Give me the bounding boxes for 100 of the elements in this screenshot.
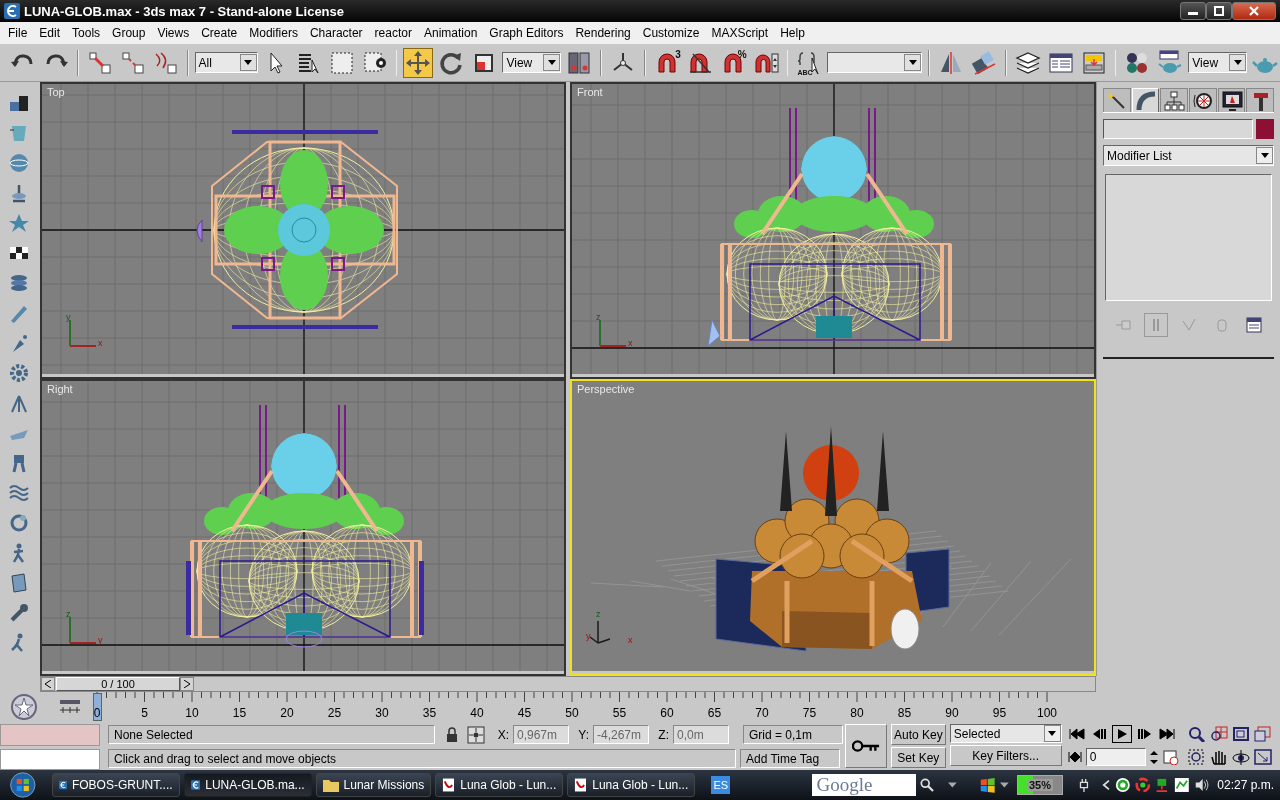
next-frame-button[interactable] — [180, 677, 194, 691]
time-slider-thumb[interactable]: 0 / 100 — [56, 677, 180, 691]
time-configuration-icon[interactable] — [1161, 749, 1180, 765]
zoom-icon[interactable] — [1187, 726, 1206, 742]
menu-item[interactable]: Animation — [417, 22, 484, 44]
set-key-button[interactable]: Set Key — [891, 747, 946, 768]
key-filters-button[interactable]: Key Filters... — [949, 745, 1062, 766]
speaker-icon[interactable] — [1193, 776, 1210, 794]
axis-label: Z: — [657, 727, 669, 742]
caret-icon[interactable] — [948, 782, 958, 788]
wand-cursor-icon[interactable] — [1103, 88, 1131, 112]
menu-item[interactable]: Character — [303, 22, 369, 44]
menu-item[interactable]: Rendering — [569, 22, 637, 44]
four-way-arrow-icon[interactable] — [403, 47, 434, 78]
taskbar-button[interactable]: FOBOS-GRUNT.... — [51, 773, 180, 797]
menu-item[interactable]: MAXScript — [705, 22, 775, 44]
dropdown[interactable]: All — [194, 52, 258, 73]
sphere-icon[interactable] — [8, 152, 30, 174]
search-icon[interactable] — [920, 777, 935, 793]
curved-tube-icon[interactable] — [1131, 88, 1160, 112]
menu-item[interactable]: Create — [195, 22, 244, 44]
add-time-tag-button[interactable]: Add Time Tag — [740, 749, 840, 768]
monitor-icon[interactable] — [1217, 88, 1246, 112]
coordinate-field[interactable]: 0,967m — [513, 725, 569, 744]
dropdown-value: View — [506, 55, 533, 70]
go-to-end-icon[interactable] — [1157, 726, 1176, 742]
start-button[interactable] — [8, 770, 38, 800]
language-indicator[interactable]: ES — [711, 776, 731, 794]
axis-label: x — [98, 338, 103, 348]
object-color-swatch[interactable] — [1256, 119, 1274, 139]
wrench-icon[interactable] — [8, 602, 30, 624]
hammer-icon[interactable] — [1246, 88, 1275, 112]
taskbar-button[interactable]: LUNA-GLOB.ma... — [183, 773, 312, 797]
menu-item[interactable]: Edit — [33, 22, 67, 44]
ring-icon[interactable] — [1115, 776, 1131, 794]
lock-icon[interactable] — [445, 726, 459, 743]
zoom-extents-all-icon[interactable] — [1253, 726, 1272, 742]
zoom-region-icon[interactable] — [1187, 749, 1206, 765]
caret-icon[interactable] — [1000, 782, 1010, 788]
wheel-icon[interactable] — [1189, 88, 1217, 112]
dropdown[interactable]: View — [1188, 52, 1248, 73]
menu-item[interactable]: Tools — [66, 22, 107, 44]
menu-item[interactable]: Modifiers — [243, 22, 304, 44]
maximize-button[interactable] — [1206, 2, 1232, 20]
coordinate-field[interactable]: 0,0m — [673, 725, 729, 744]
gear-icon[interactable] — [8, 362, 30, 384]
dropdown-arrow-icon — [1260, 153, 1269, 158]
windows-flag-icon[interactable] — [979, 776, 997, 794]
set-key-button[interactable] — [845, 724, 887, 768]
dropdown-arrow-icon — [908, 60, 917, 65]
menu-item[interactable]: reactor — [368, 22, 418, 44]
chevron-left-icon[interactable] — [1102, 779, 1111, 791]
star-circle-icon[interactable] — [10, 693, 38, 721]
network-icon[interactable] — [1154, 776, 1170, 794]
taskbar-button[interactable]: Luna Glob - Lun... — [567, 773, 696, 797]
maximize-viewport-icon[interactable] — [1253, 749, 1272, 765]
coordinate-field[interactable]: -4,267m — [593, 725, 649, 744]
stacked-discs-icon[interactable] — [8, 272, 30, 294]
time-slider[interactable]: 0 / 100 — [40, 676, 1096, 692]
name-field[interactable] — [1103, 119, 1253, 139]
frame-number: 20 — [280, 706, 294, 720]
named-selection-dropdown[interactable] — [827, 52, 923, 73]
dropdown[interactable]: View — [502, 52, 562, 73]
maxscript-listener-field[interactable] — [0, 724, 100, 746]
time-pointer[interactable] — [93, 693, 102, 721]
search-field[interactable]: Google — [812, 774, 917, 796]
menu-item[interactable]: Group — [106, 22, 152, 44]
swirl-icon[interactable] — [1134, 776, 1151, 794]
hierarchy-icon[interactable] — [1160, 88, 1188, 112]
right-chevron-icon — [184, 680, 190, 688]
trackbar-toggle-icon[interactable] — [59, 699, 81, 715]
menu-item[interactable]: Customize — [636, 22, 706, 44]
key-mode-icon[interactable] — [1067, 749, 1082, 765]
frame-number: 90 — [945, 706, 959, 720]
pan-hand-icon[interactable] — [1209, 749, 1228, 765]
close-button[interactable] — [1232, 2, 1276, 20]
modifier-list-dropdown[interactable]: Modifier List — [1103, 145, 1274, 166]
menu-item[interactable]: Views — [151, 22, 196, 44]
menu-item[interactable]: Graph Editors — [483, 22, 570, 44]
waves-icon[interactable] — [8, 482, 30, 504]
previous-frame-button[interactable] — [41, 677, 55, 691]
taskbar-button[interactable]: Lunar Missions — [315, 773, 432, 797]
key-mode-dropdown[interactable]: Selected — [949, 724, 1062, 743]
zoom-extents-icon[interactable] — [1231, 726, 1250, 742]
panel-icon[interactable] — [8, 572, 30, 594]
current-frame-field[interactable]: 0 — [1085, 748, 1146, 766]
menu-item[interactable]: File — [2, 22, 34, 44]
zoom-all-icon[interactable] — [1209, 726, 1228, 742]
minimize-button[interactable] — [1180, 2, 1206, 20]
go-to-start-icon[interactable] — [1067, 726, 1086, 742]
maxscript-input-field[interactable] — [0, 748, 100, 770]
auto-key-button[interactable]: Auto Key — [891, 724, 946, 745]
dropdown-arrow-icon — [244, 60, 253, 65]
orbit-icon[interactable] — [1231, 749, 1250, 765]
absolute-mode-icon[interactable] — [467, 725, 485, 744]
chart-window-icon[interactable] — [1174, 776, 1190, 794]
frame-spinner[interactable] — [1149, 748, 1158, 766]
taskbar-button[interactable]: Luna Glob - Lun... — [435, 773, 564, 797]
play-icon[interactable] — [1111, 725, 1132, 743]
menu-item[interactable]: Help — [774, 22, 811, 44]
